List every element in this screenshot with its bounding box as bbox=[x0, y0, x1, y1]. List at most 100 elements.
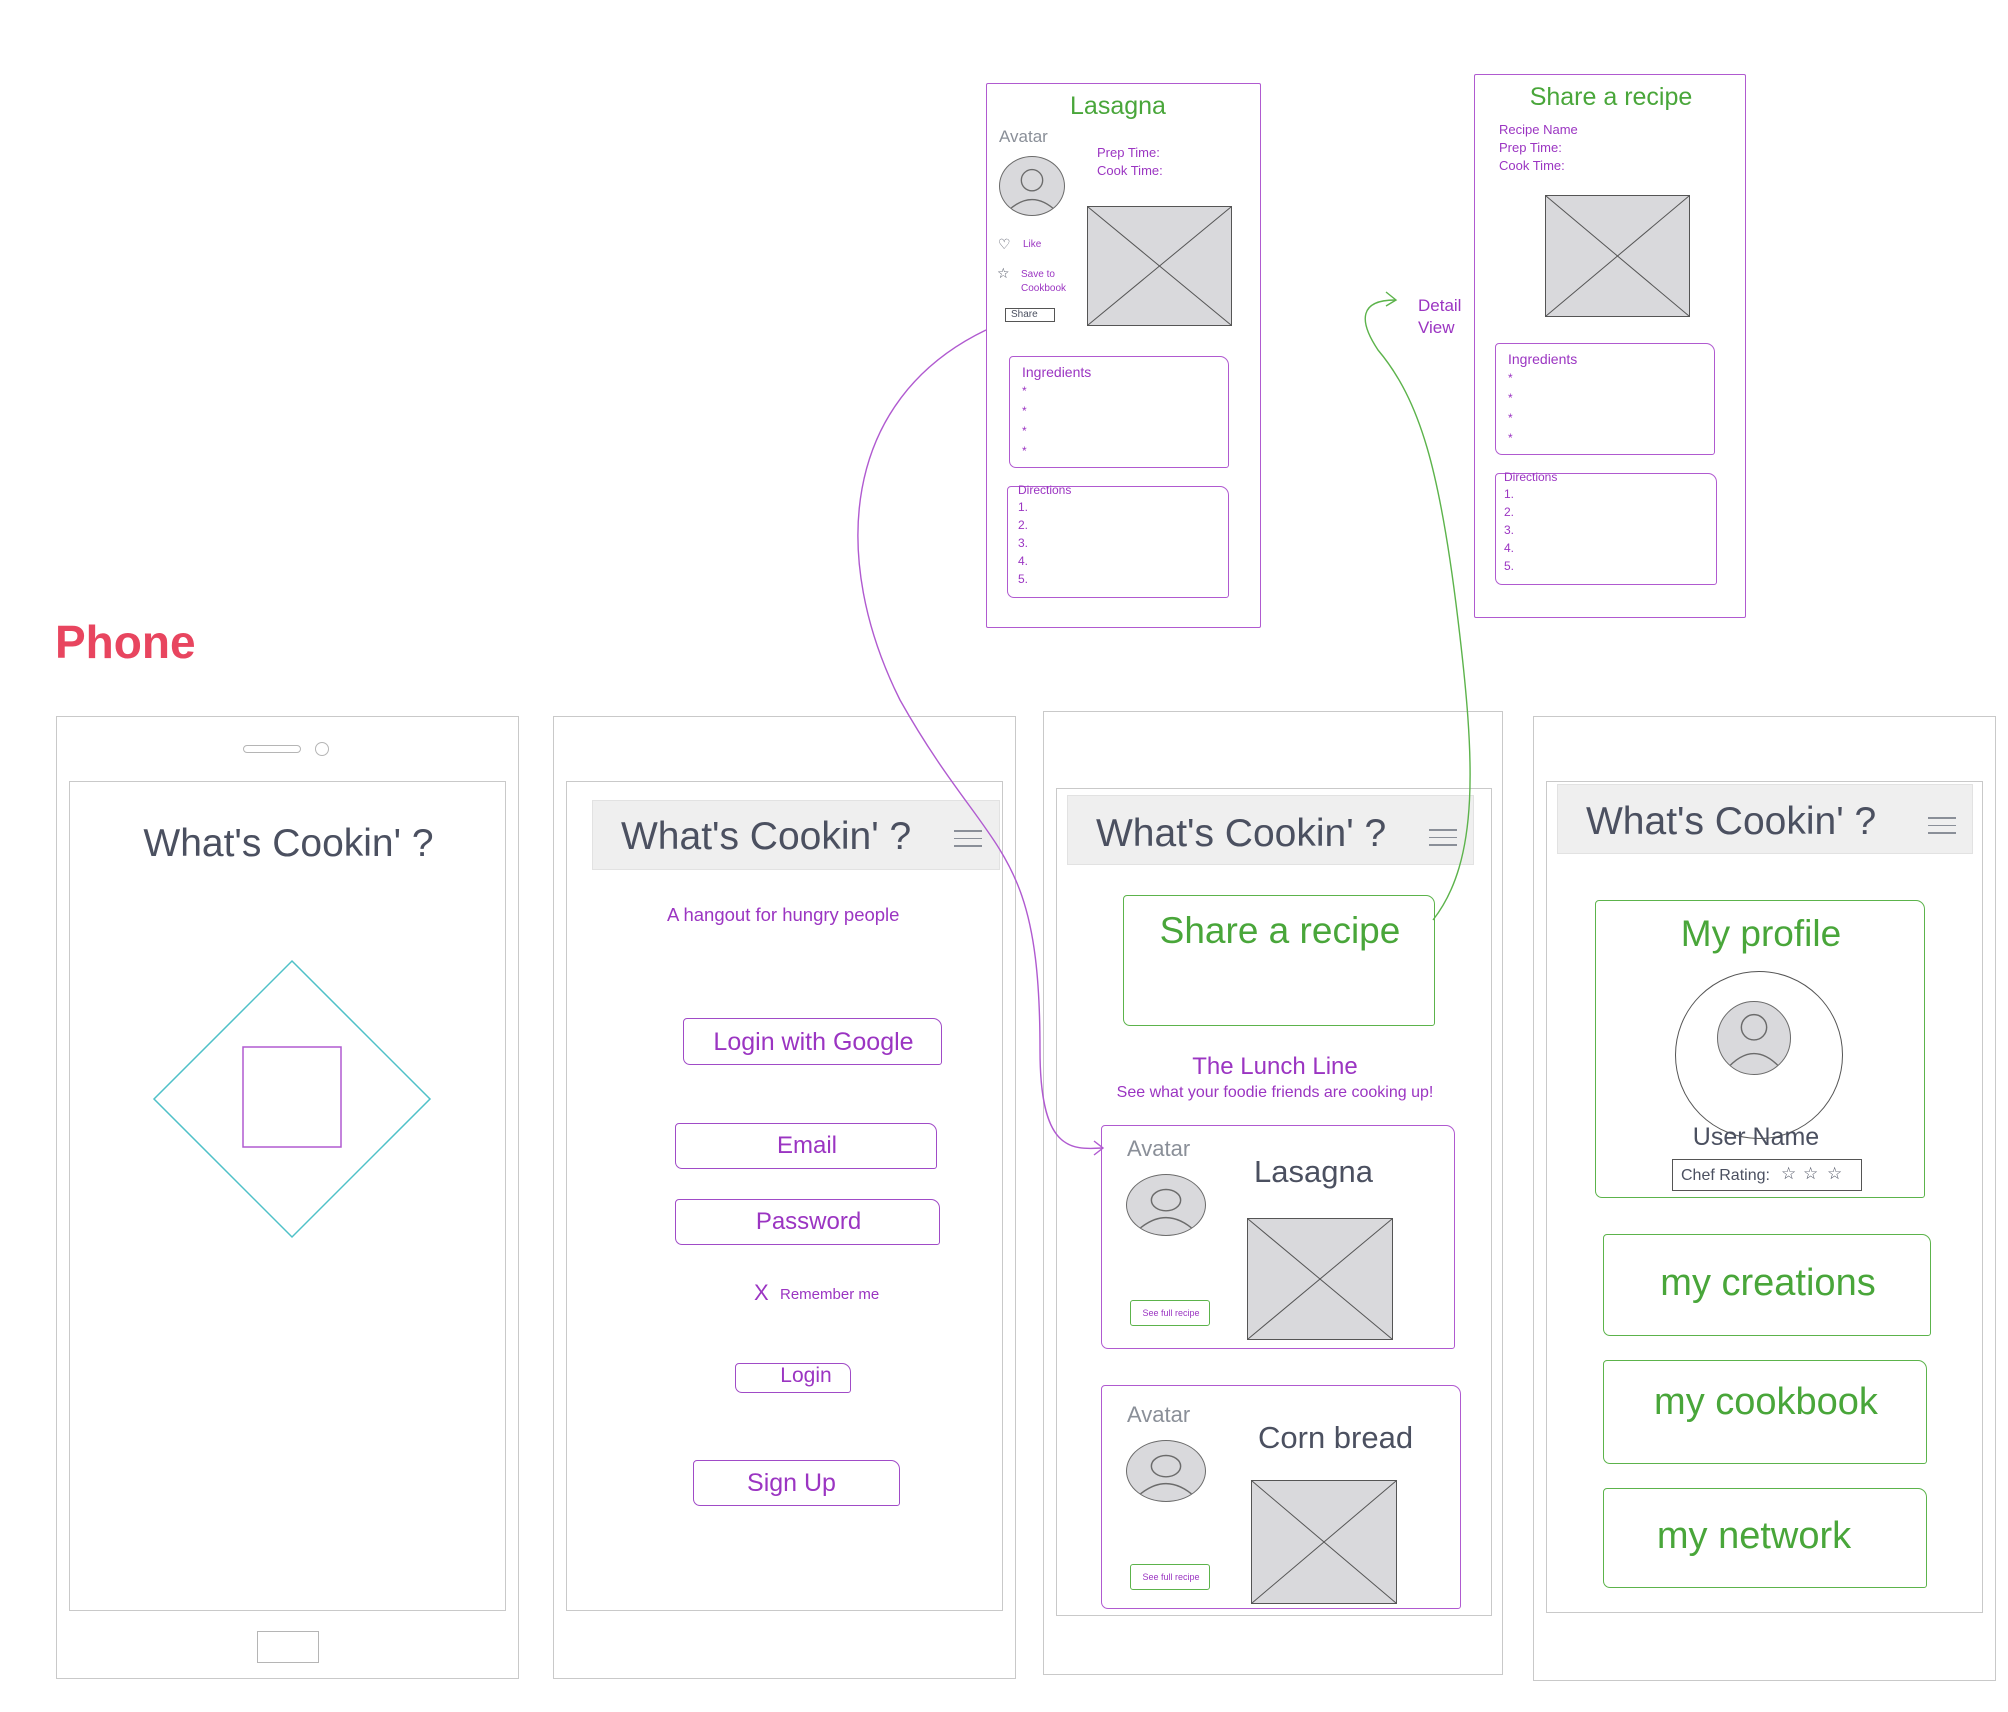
speaker-slot bbox=[243, 745, 301, 753]
ingredient-item: * bbox=[1022, 424, 1027, 438]
login-with-google-button[interactable]: Login with Google bbox=[683, 1018, 942, 1065]
direction-step: 2. bbox=[1504, 505, 1515, 519]
ingredient-item: * bbox=[1508, 431, 1513, 445]
lunch-line-title: The Lunch Line bbox=[1192, 1053, 1358, 1080]
see-full-recipe-button[interactable]: See full recipe bbox=[1130, 1564, 1210, 1590]
direction-step: 4. bbox=[1504, 541, 1515, 555]
remember-me-checkbox[interactable]: X bbox=[754, 1282, 769, 1304]
splash-square bbox=[242, 1046, 342, 1148]
screen: What's Cookin' ? bbox=[69, 781, 506, 1611]
card-title: Corn bread bbox=[1258, 1420, 1414, 1455]
user-avatar-icon bbox=[1126, 1174, 1206, 1236]
direction-step: 1. bbox=[1018, 500, 1029, 514]
card-title: Lasagna bbox=[1254, 1154, 1373, 1189]
section-title: Phone bbox=[55, 616, 196, 668]
splash-logo bbox=[152, 959, 432, 1239]
hamburger-menu-icon[interactable] bbox=[1429, 829, 1457, 847]
ingredient-item: * bbox=[1508, 371, 1513, 385]
share-button[interactable]: Share bbox=[1005, 308, 1055, 322]
detail-view-screen: Lasagna Avatar Prep Time: Cook Time: ♡ L… bbox=[986, 83, 1261, 628]
app-title: What's Cookin' ? bbox=[621, 815, 912, 858]
app-title: What's Cookin' ? bbox=[143, 822, 434, 865]
save-to-cookbook-label-line1[interactable]: Save to bbox=[1021, 270, 1055, 280]
see-full-recipe-button[interactable]: See full recipe bbox=[1130, 1300, 1210, 1326]
home-button[interactable] bbox=[257, 1631, 319, 1663]
share-form-title: Share a recipe bbox=[1529, 83, 1693, 111]
ingredient-item: * bbox=[1022, 404, 1027, 418]
email-label: Email bbox=[776, 1132, 837, 1159]
my-creations-button[interactable]: my creations bbox=[1603, 1234, 1931, 1336]
password-field[interactable]: Password bbox=[675, 1199, 940, 1245]
my-creations-label: my creations bbox=[1660, 1262, 1876, 1304]
hamburger-menu-icon[interactable] bbox=[1928, 817, 1956, 835]
ingredients-box: Ingredients * * * * bbox=[1009, 356, 1229, 468]
direction-step: 4. bbox=[1018, 554, 1029, 568]
phone-splash: What's Cookin' ? bbox=[56, 716, 519, 1679]
phone-feed: What's Cookin' ? Share a recipe The Lunc… bbox=[1043, 711, 1503, 1675]
profile-title: My profile bbox=[1680, 913, 1842, 954]
star-icon[interactable]: ☆ bbox=[1781, 1165, 1796, 1182]
heart-icon[interactable]: ♡ bbox=[998, 237, 1011, 251]
user-name: User Name bbox=[1692, 1123, 1820, 1151]
recipe-image-placeholder bbox=[1251, 1480, 1397, 1604]
hamburger-menu-icon[interactable] bbox=[954, 830, 982, 848]
share-cook-time: Cook Time: bbox=[1499, 158, 1565, 173]
share-recipe-button[interactable]: Share a recipe bbox=[1123, 895, 1435, 1026]
share-image-placeholder bbox=[1545, 195, 1690, 317]
chef-rating-label: Chef Rating: bbox=[1681, 1167, 1770, 1184]
share-recipe-screen: Share a recipe Recipe Name Prep Time: Co… bbox=[1474, 74, 1746, 618]
ingredient-item: * bbox=[1508, 411, 1513, 425]
detail-view-annotation-line1: Detail bbox=[1418, 296, 1462, 315]
see-full-recipe-label: See full recipe bbox=[1142, 1572, 1200, 1582]
phone-login: What's Cookin' ? A hangout for hungry pe… bbox=[553, 716, 1016, 1679]
my-network-label: my network bbox=[1656, 1515, 1852, 1557]
app-header: What's Cookin' ? bbox=[592, 800, 1000, 870]
arrowhead bbox=[1385, 291, 1398, 307]
card-avatar-label: Avatar bbox=[1127, 1136, 1191, 1161]
detail-avatar-label: Avatar bbox=[999, 127, 1048, 146]
card-avatar-label: Avatar bbox=[1127, 1402, 1191, 1427]
star-icon[interactable]: ☆ bbox=[997, 266, 1010, 280]
feed-card: Avatar Corn bread See full recipe bbox=[1101, 1385, 1461, 1609]
directions-label: Directions bbox=[1018, 483, 1072, 497]
profile-card[interactable]: My profile User Name Chef Rating: ☆ ☆ ☆ bbox=[1595, 900, 1925, 1198]
login-button[interactable]: Login bbox=[735, 1363, 851, 1393]
directions-box: Directions 1. 2. 3. 4. 5. bbox=[1495, 471, 1717, 585]
login-with-google-label: Login with Google bbox=[713, 1028, 914, 1056]
see-full-recipe-label: See full recipe bbox=[1142, 1308, 1200, 1318]
user-avatar-icon bbox=[1126, 1440, 1206, 1502]
email-field[interactable]: Email bbox=[675, 1123, 937, 1169]
tagline: A hangout for hungry people bbox=[667, 904, 900, 925]
my-network-button[interactable]: my network bbox=[1603, 1488, 1927, 1588]
star-icon[interactable]: ☆ bbox=[1803, 1165, 1818, 1182]
ingredients-label: Ingredients bbox=[1022, 364, 1092, 380]
screen: What's Cookin' ? My profile User Name Ch… bbox=[1546, 781, 1983, 1613]
direction-step: 5. bbox=[1504, 559, 1515, 573]
splash-diamond bbox=[152, 959, 432, 1239]
sign-up-button[interactable]: Sign Up bbox=[693, 1460, 900, 1506]
star-icon[interactable]: ☆ bbox=[1827, 1165, 1842, 1182]
screen: What's Cookin' ? Share a recipe The Lunc… bbox=[1056, 788, 1492, 1616]
phone-profile: What's Cookin' ? My profile User Name Ch… bbox=[1533, 716, 1996, 1681]
front-camera bbox=[315, 742, 329, 756]
direction-step: 3. bbox=[1504, 523, 1515, 537]
share-prep-time: Prep Time: bbox=[1499, 140, 1562, 155]
direction-step: 2. bbox=[1018, 518, 1029, 532]
recipe-name-label: Recipe Name bbox=[1499, 122, 1578, 137]
screen: What's Cookin' ? A hangout for hungry pe… bbox=[566, 781, 1003, 1611]
ingredient-item: * bbox=[1022, 444, 1027, 458]
my-cookbook-button[interactable]: my cookbook bbox=[1603, 1360, 1927, 1464]
remember-me-label: Remember me bbox=[780, 1286, 880, 1303]
like-label[interactable]: Like bbox=[1023, 240, 1041, 250]
detail-view-annotation-line2: View bbox=[1418, 318, 1455, 337]
login-button-label: Login bbox=[780, 1364, 832, 1387]
detail-cook-time: Cook Time: bbox=[1097, 163, 1163, 178]
directions-box: Directions 1. 2. 3. 4. 5. bbox=[1007, 483, 1229, 598]
ingredient-item: * bbox=[1508, 391, 1513, 405]
save-to-cookbook-label-line2[interactable]: Cookbook bbox=[1021, 284, 1066, 294]
chef-rating: Chef Rating: ☆ ☆ ☆ bbox=[1672, 1159, 1862, 1191]
share-label: Share bbox=[1011, 309, 1038, 320]
direction-step: 5. bbox=[1018, 572, 1029, 586]
sign-up-label: Sign Up bbox=[747, 1469, 836, 1497]
detail-prep-time: Prep Time: bbox=[1097, 145, 1160, 160]
